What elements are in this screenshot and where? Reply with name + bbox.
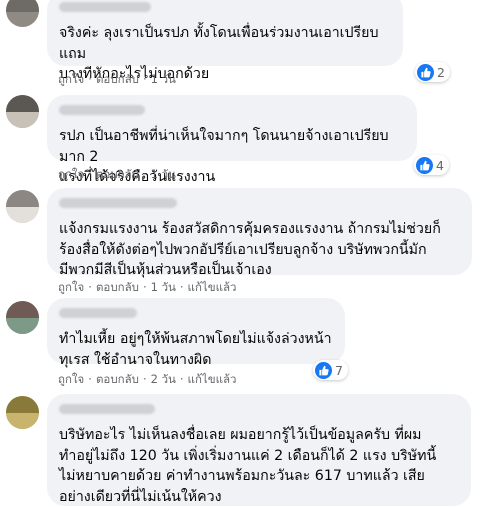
timestamp[interactable]: 2 วัน [151, 371, 176, 389]
separator-dot: · [88, 72, 92, 86]
comments-panel: { "comments": [ { "text": "จริงค่ะ ลุงเร… [0, 0, 491, 506]
author-name-redacted[interactable] [59, 2, 151, 12]
edited-label[interactable]: แก้ไขแล้ว [188, 371, 237, 389]
separator-dot: · [88, 167, 92, 181]
separator-dot: · [179, 372, 184, 386]
reaction-count-value: 2 [437, 64, 445, 80]
comment-text: ทำไมเหี้ย อยู่ๆให้พ้นสภาพโดยไม่แจ้งล่วงห… [59, 331, 332, 368]
comment-text: บริษัทอะไร ไม่เห็นลงชื่อเลย ผมอยากรู้ไว้… [59, 427, 437, 505]
timestamp[interactable]: 1 วัน [151, 166, 176, 184]
reaction-count[interactable]: 4 [414, 155, 449, 175]
reaction-count[interactable]: 7 [313, 360, 348, 380]
author-name-redacted[interactable] [59, 105, 145, 115]
timestamp[interactable]: 1 วัน [151, 279, 176, 297]
reply-link[interactable]: ตอบกลับ [96, 279, 139, 297]
separator-dot: · [88, 280, 92, 294]
comment-actions: ถูกใจ · ตอบกลับ · 1 วัน [58, 166, 176, 184]
reply-link[interactable]: ตอบกลับ [96, 71, 139, 89]
edited-label[interactable]: แก้ไขแล้ว [188, 279, 237, 297]
author-name-redacted[interactable] [59, 198, 177, 208]
comment-bubble: จริงค่ะ ลุงเราเป็นรปภ ทั้งโดนเพื่อนร่วมง… [47, 0, 403, 82]
timestamp[interactable]: 1 วัน [151, 71, 176, 89]
separator-dot: · [142, 72, 147, 86]
comment-bubble: แจ้งกรมแรงงาน ร้องสวัสดิการคุ้มครองแรงงา… [47, 188, 472, 278]
like-link[interactable]: ถูกใจ [58, 166, 84, 184]
like-thumb-icon [416, 156, 433, 174]
reaction-count-value: 4 [436, 157, 444, 173]
comment-bubble: ทำไมเหี้ย อยู่ๆให้พ้นสภาพโดยไม่แจ้งล่วงห… [47, 298, 345, 368]
comment-actions: ถูกใจ · ตอบกลับ · 1 วัน [58, 71, 176, 89]
like-thumb-icon [315, 361, 332, 379]
separator-dot: · [142, 280, 147, 294]
like-link[interactable]: ถูกใจ [58, 371, 84, 389]
avatar[interactable] [6, 190, 39, 223]
separator-dot: · [88, 372, 92, 386]
separator-dot: · [142, 372, 147, 386]
author-name-redacted[interactable] [59, 308, 137, 318]
avatar[interactable] [6, 301, 39, 334]
reply-link[interactable]: ตอบกลับ [96, 166, 139, 184]
like-thumb-icon [417, 63, 434, 81]
avatar[interactable] [6, 95, 39, 128]
comment-bubble: รปภ เป็นอาชีพที่น่าเห็นใจมากๆ โดนนายจ้าง… [47, 95, 417, 185]
like-link[interactable]: ถูกใจ [58, 71, 84, 89]
comment-text: แจ้งกรมแรงงาน ร้องสวัสดิการคุ้มครองแรงงา… [59, 221, 441, 278]
author-name-redacted[interactable] [59, 404, 155, 414]
comment-actions: ถูกใจ · ตอบกลับ · 2 วัน · แก้ไขแล้ว [58, 371, 236, 389]
reaction-count[interactable]: 2 [415, 62, 450, 82]
like-link[interactable]: ถูกใจ [58, 279, 84, 297]
comment-actions: ถูกใจ · ตอบกลับ · 1 วัน · แก้ไขแล้ว [58, 279, 236, 297]
comment-bubble: บริษัทอะไร ไม่เห็นลงชื่อเลย ผมอยากรู้ไว้… [47, 394, 471, 506]
reply-link[interactable]: ตอบกลับ [96, 371, 139, 389]
avatar[interactable] [6, 396, 39, 429]
avatar[interactable] [6, 0, 39, 27]
reaction-count-value: 7 [335, 362, 343, 378]
separator-dot: · [179, 280, 184, 294]
separator-dot: · [142, 167, 147, 181]
